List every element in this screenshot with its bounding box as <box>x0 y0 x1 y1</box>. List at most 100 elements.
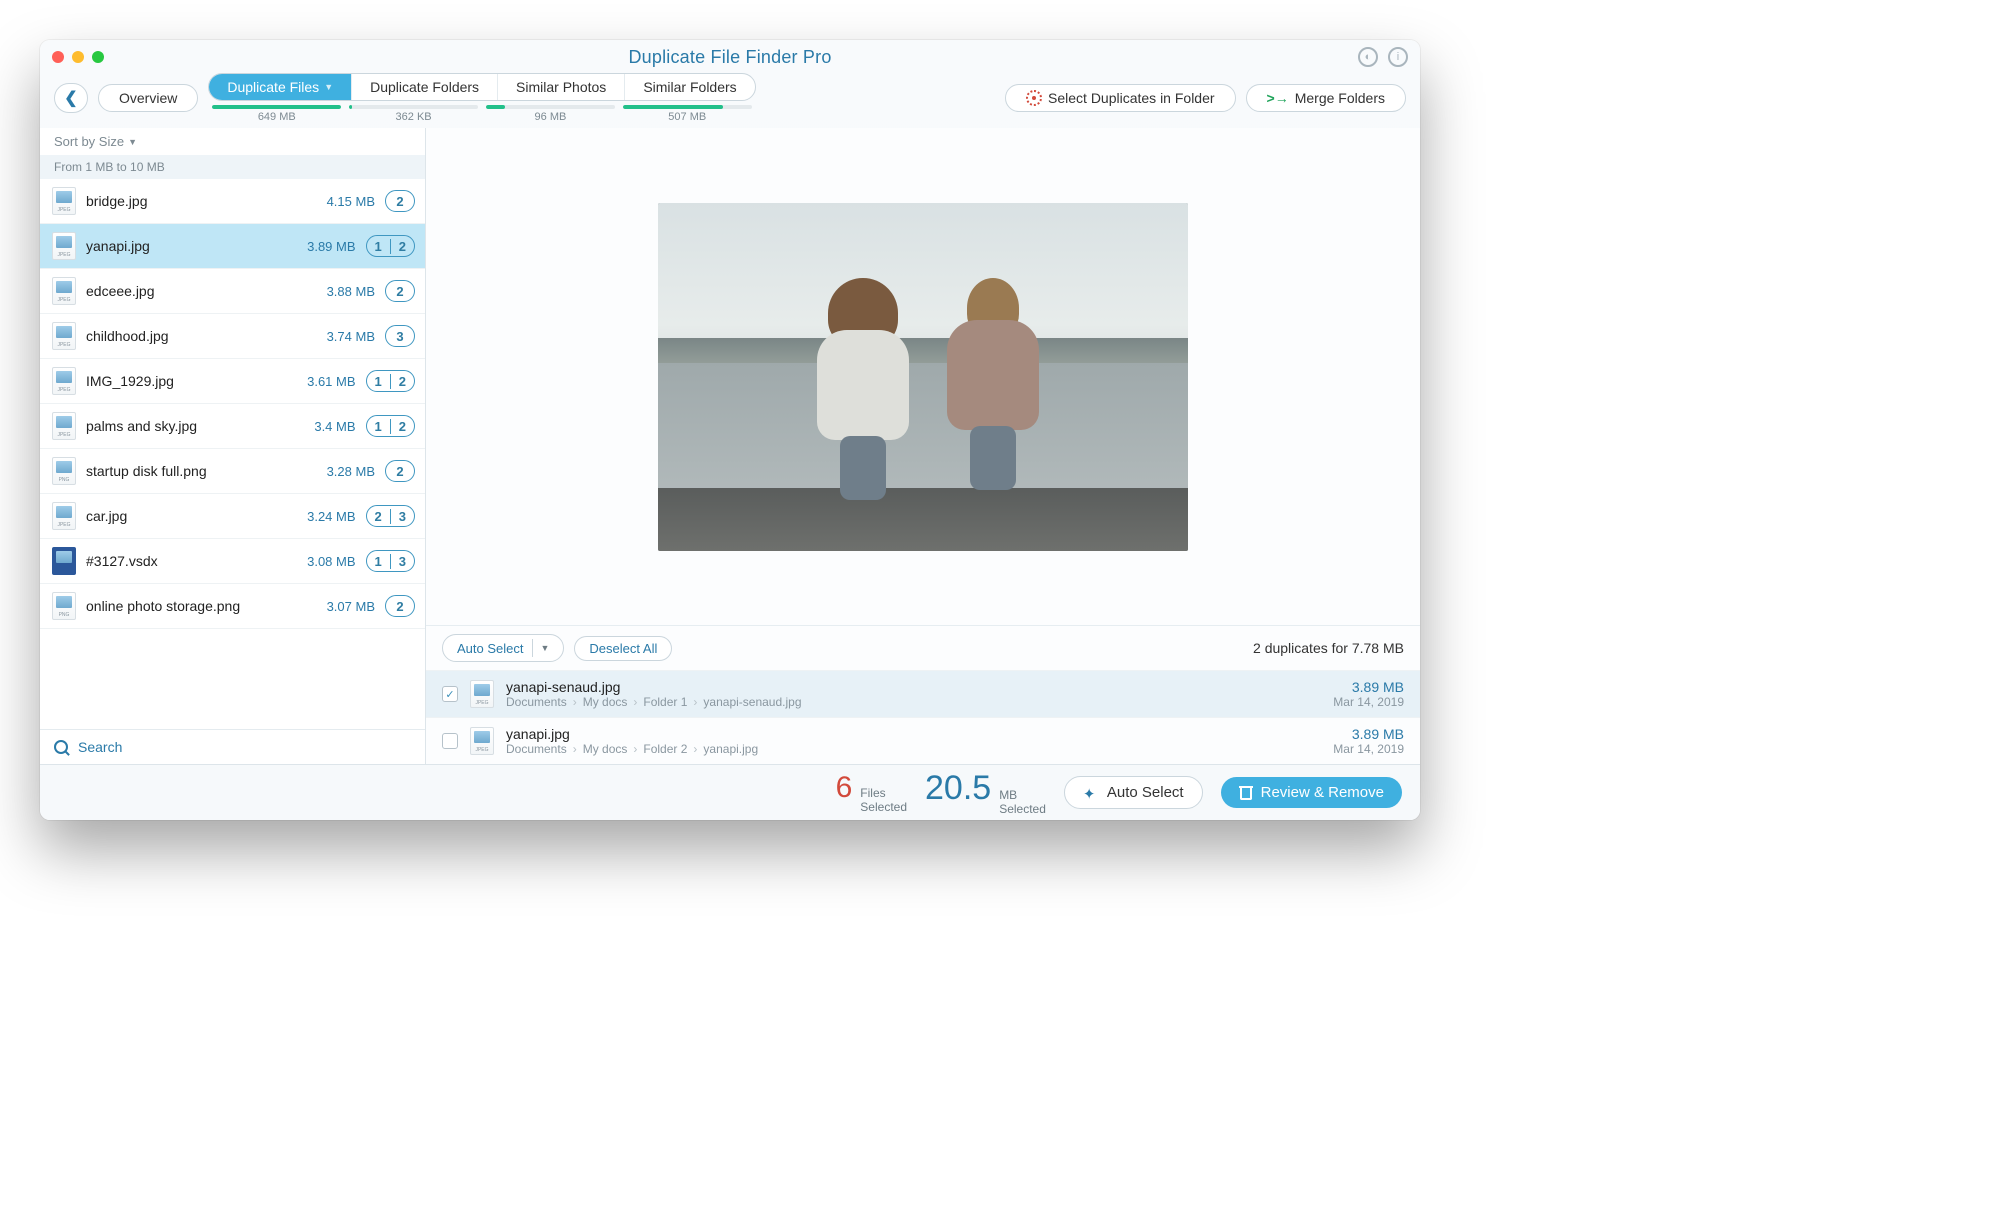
file-size: 4.15 MB <box>327 194 375 209</box>
category-tabs: Duplicate Files▼ Duplicate Folders Simil… <box>208 73 755 101</box>
dup-count-badge[interactable]: 2 <box>385 595 415 617</box>
trash-icon <box>1239 786 1253 800</box>
duplicate-date: Mar 14, 2019 <box>1333 695 1404 709</box>
duplicate-name: yanapi-senaud.jpg <box>506 679 1321 695</box>
file-icon <box>52 322 76 350</box>
target-icon <box>1026 90 1042 106</box>
checkbox[interactable]: ✓ <box>442 686 458 702</box>
duplicate-name: yanapi.jpg <box>506 726 1321 742</box>
duplicate-size: 3.89 MB <box>1333 726 1404 742</box>
duplicate-summary: 2 duplicates for 7.78 MB <box>1253 640 1404 656</box>
files-selected-stat: 6 FilesSelected <box>836 771 907 813</box>
app-title: Duplicate File Finder Pro <box>40 47 1420 68</box>
deselect-all-button[interactable]: Deselect All <box>574 636 672 661</box>
file-row[interactable]: online photo storage.png 3.07 MB 2 <box>40 584 425 629</box>
file-row[interactable]: IMG_1929.jpg 3.61 MB 12 <box>40 359 425 404</box>
search-input[interactable]: Search <box>40 729 425 764</box>
checkbox[interactable] <box>442 733 458 749</box>
duplicate-path: Documents›My docs›Folder 1›yanapi-senaud… <box>506 695 1321 709</box>
chevron-down-icon: ▼ <box>324 82 333 92</box>
chevron-down-icon: ▼ <box>128 137 137 147</box>
duplicate-path: Documents›My docs›Folder 2›yanapi.jpg <box>506 742 1321 756</box>
file-icon <box>52 547 76 575</box>
search-icon <box>54 740 68 754</box>
footer: 6 FilesSelected 20.5 MBSelected Auto Sel… <box>40 764 1420 820</box>
dup-count-badge[interactable]: 12 <box>366 370 415 392</box>
size-duplicate-folders: 362 KB <box>396 111 432 123</box>
duplicate-size: 3.89 MB <box>1333 679 1404 695</box>
tab-similar-folders[interactable]: Similar Folders <box>625 74 754 100</box>
toolbar: ❮ Overview Duplicate Files▼ Duplicate Fo… <box>40 74 1420 128</box>
file-name: online photo storage.png <box>86 598 317 614</box>
tab-duplicate-folders[interactable]: Duplicate Folders <box>352 74 498 100</box>
select-duplicates-in-folder-button[interactable]: Select Duplicates in Folder <box>1005 84 1236 112</box>
file-row[interactable]: yanapi.jpg 3.89 MB 12 <box>40 224 425 269</box>
tab-similar-photos[interactable]: Similar Photos <box>498 74 625 100</box>
file-row[interactable]: startup disk full.png 3.28 MB 2 <box>40 449 425 494</box>
sparkle-icon <box>1083 785 1099 801</box>
file-row[interactable]: car.jpg 3.24 MB 23 <box>40 494 425 539</box>
file-icon <box>52 367 76 395</box>
file-size: 3.88 MB <box>327 284 375 299</box>
sidebar: Sort by Size▼ From 1 MB to 10 MB bridge.… <box>40 128 426 764</box>
sort-dropdown[interactable]: Sort by Size▼ <box>40 128 425 155</box>
tab-duplicate-files[interactable]: Duplicate Files▼ <box>209 74 352 100</box>
file-icon <box>52 187 76 215</box>
file-row[interactable]: #3127.vsdx 3.08 MB 13 <box>40 539 425 584</box>
preview-image <box>658 203 1188 551</box>
merge-folders-button[interactable]: >→Merge Folders <box>1246 84 1406 112</box>
dup-count-badge[interactable]: 2 <box>385 190 415 212</box>
app-window: Duplicate File Finder Pro ◐ i ❮ Overview… <box>40 40 1420 820</box>
dup-count-badge[interactable]: 2 <box>385 280 415 302</box>
file-name: #3127.vsdx <box>86 553 297 569</box>
duplicate-row[interactable]: ✓ yanapi-senaud.jpg Documents›My docs›Fo… <box>426 670 1420 717</box>
file-icon <box>470 680 494 708</box>
overview-button[interactable]: Overview <box>98 84 198 112</box>
file-size: 3.61 MB <box>307 374 355 389</box>
file-list[interactable]: bridge.jpg 4.15 MB 2 yanapi.jpg 3.89 MB … <box>40 179 425 729</box>
file-icon <box>52 232 76 260</box>
file-size: 3.08 MB <box>307 554 355 569</box>
titlebar: Duplicate File Finder Pro ◐ i <box>40 40 1420 74</box>
size-duplicate-files: 649 MB <box>258 111 296 123</box>
file-row[interactable]: edceee.jpg 3.88 MB 2 <box>40 269 425 314</box>
dup-count-badge[interactable]: 23 <box>366 505 415 527</box>
dup-count-badge[interactable]: 3 <box>385 325 415 347</box>
file-name: palms and sky.jpg <box>86 418 304 434</box>
merge-icon: >→ <box>1267 90 1289 106</box>
file-icon <box>52 412 76 440</box>
auto-select-dropdown[interactable]: Auto Select▼ <box>442 634 564 662</box>
chevron-down-icon: ▼ <box>541 643 550 653</box>
duplicate-row[interactable]: yanapi.jpg Documents›My docs›Folder 2›ya… <box>426 717 1420 764</box>
file-size: 3.28 MB <box>327 464 375 479</box>
file-name: edceee.jpg <box>86 283 317 299</box>
file-size: 3.24 MB <box>307 509 355 524</box>
dup-count-badge[interactable]: 13 <box>366 550 415 572</box>
file-icon <box>52 457 76 485</box>
dup-count-badge[interactable]: 12 <box>366 415 415 437</box>
file-size: 3.07 MB <box>327 599 375 614</box>
file-name: car.jpg <box>86 508 297 524</box>
size-group-header: From 1 MB to 10 MB <box>40 155 425 179</box>
duplicate-toolbar: Auto Select▼ Deselect All 2 duplicates f… <box>426 625 1420 670</box>
dup-count-badge[interactable]: 2 <box>385 460 415 482</box>
review-remove-button[interactable]: Review & Remove <box>1221 777 1402 808</box>
detail-pane: Auto Select▼ Deselect All 2 duplicates f… <box>426 128 1420 764</box>
file-size: 3.89 MB <box>307 239 355 254</box>
file-icon <box>52 502 76 530</box>
file-name: IMG_1929.jpg <box>86 373 297 389</box>
file-row[interactable]: bridge.jpg 4.15 MB 2 <box>40 179 425 224</box>
file-row[interactable]: palms and sky.jpg 3.4 MB 12 <box>40 404 425 449</box>
file-row[interactable]: childhood.jpg 3.74 MB 3 <box>40 314 425 359</box>
file-name: bridge.jpg <box>86 193 317 209</box>
duplicate-date: Mar 14, 2019 <box>1333 742 1404 756</box>
duplicate-list: ✓ yanapi-senaud.jpg Documents›My docs›Fo… <box>426 670 1420 764</box>
size-similar-photos: 96 MB <box>535 111 567 123</box>
file-icon <box>52 592 76 620</box>
file-icon <box>52 277 76 305</box>
mb-selected-stat: 20.5 MBSelected <box>925 769 1046 815</box>
auto-select-button[interactable]: Auto Select <box>1064 776 1203 809</box>
dup-count-badge[interactable]: 12 <box>366 235 415 257</box>
file-name: yanapi.jpg <box>86 238 297 254</box>
back-button[interactable]: ❮ <box>54 83 88 113</box>
